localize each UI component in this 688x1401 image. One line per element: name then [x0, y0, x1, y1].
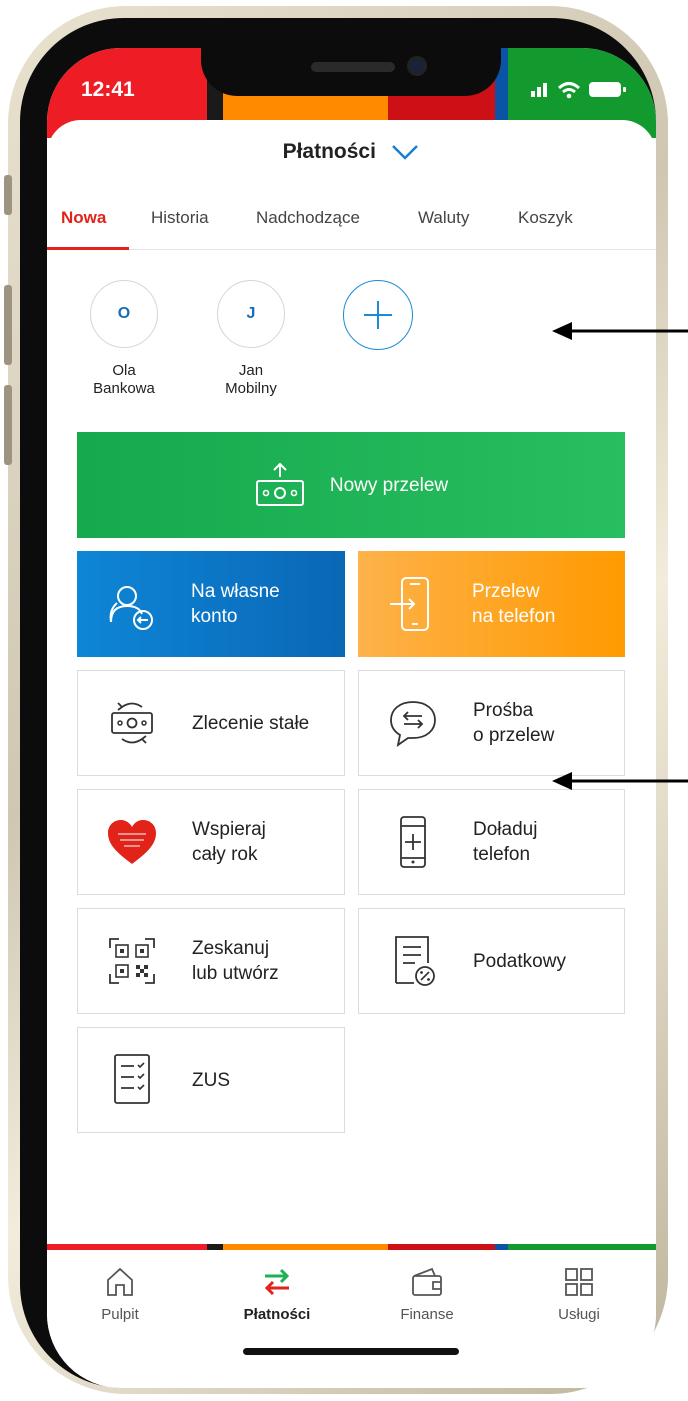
transfer-icon	[264, 1268, 290, 1296]
support-label: Wspieraj cały rok	[192, 819, 266, 865]
phone-transfer-button[interactable]: Przelew na telefon	[358, 551, 625, 657]
scan-label: Zeskanuj lub utwórz	[192, 938, 279, 984]
nav-uslugi[interactable]: Usługi	[519, 1264, 639, 1323]
status-icons	[531, 82, 626, 99]
phone-transfer-label: Przelew na telefon	[472, 581, 556, 627]
payments-card: Płatności Nowa Historia Nadchodzące Walu…	[47, 120, 656, 1388]
active-tab-indicator	[47, 247, 129, 250]
home-icon	[107, 1267, 133, 1296]
tax-label: Podatkowy	[473, 950, 566, 972]
tab-bar: Nowa Historia Nadchodzące Waluty Koszyk	[47, 202, 656, 250]
tab-koszyk[interactable]: Koszyk	[518, 208, 573, 228]
contact-ola-bankowa[interactable]: O Ola Bankowa	[69, 280, 179, 398]
page-title: Płatności	[282, 140, 376, 163]
tab-nowa[interactable]: Nowa	[61, 208, 106, 228]
mute-switch	[4, 175, 12, 215]
recurring-payment-icon	[111, 702, 153, 744]
tab-nadchodzace[interactable]: Nadchodzące	[256, 208, 360, 228]
transfer-request-button[interactable]: Prośba o przelew	[358, 670, 625, 776]
tab-waluty[interactable]: Waluty	[418, 208, 469, 228]
volume-down-button	[4, 385, 12, 465]
contact-jan-mobilny[interactable]: J Jan Mobilny	[196, 280, 306, 398]
zus-payment-button[interactable]: ZUS	[77, 1027, 345, 1133]
chevron-down-icon[interactable]	[390, 143, 420, 161]
phone-screen: 12:41 Płatności Nowa Historia Nadchodząc…	[47, 48, 656, 1388]
bottom-navigation: Pulpit Płatności Finanse Usługi	[47, 1250, 656, 1340]
user-account-icon	[109, 586, 153, 630]
phone-top-up-button[interactable]: Doładuj telefon	[358, 789, 625, 895]
tax-document-icon	[395, 936, 435, 986]
support-charity-button[interactable]: Wspieraj cały rok	[77, 789, 345, 895]
qr-code-icon	[109, 938, 155, 984]
grid-icon	[565, 1268, 593, 1296]
top-up-label: Doładuj telefon	[473, 819, 538, 865]
wallet-icon	[412, 1267, 442, 1296]
nav-pulpit[interactable]: Pulpit	[60, 1264, 180, 1323]
zus-label: ZUS	[192, 1069, 230, 1091]
home-indicator	[243, 1348, 459, 1355]
scan-qr-button[interactable]: Zeskanuj lub utwórz	[77, 908, 345, 1014]
own-account-label: Na własne konto	[191, 581, 280, 627]
transfer-request-label: Prośba o przelew	[473, 700, 555, 746]
tax-payment-button[interactable]: Podatkowy	[358, 908, 625, 1014]
standing-order-button[interactable]: Zlecenie stałe	[77, 670, 345, 776]
volume-up-button	[4, 285, 12, 365]
contact-name: Ola Bankowa	[93, 362, 155, 397]
own-account-button[interactable]: Na własne konto	[77, 551, 345, 657]
new-transfer-label: Nowy przelew	[329, 474, 449, 496]
avatar: O	[90, 280, 158, 348]
heart-logo-icon	[108, 820, 156, 864]
checklist-icon	[114, 1054, 150, 1104]
notch	[201, 48, 501, 96]
tab-historia[interactable]: Historia	[151, 208, 209, 228]
nav-platnosci[interactable]: Płatności	[217, 1264, 337, 1323]
header[interactable]: Płatności	[47, 140, 656, 180]
nav-finanse[interactable]: Finanse	[367, 1264, 487, 1323]
annotation-arrow-tiles	[552, 772, 688, 790]
plus-icon	[364, 301, 392, 329]
add-contact-button[interactable]	[343, 280, 413, 350]
standing-order-label: Zlecenie stałe	[192, 712, 310, 734]
phone-plus-icon	[400, 816, 426, 868]
money-upload-icon	[255, 462, 304, 506]
phone-transfer-icon	[390, 577, 429, 631]
contact-name: Jan Mobilny	[225, 362, 277, 397]
new-transfer-button[interactable]: Nowy przelew	[77, 432, 625, 538]
speech-bubble-exchange-icon	[390, 701, 436, 748]
status-time: 12:41	[81, 78, 135, 101]
annotation-arrow-contacts	[552, 322, 688, 340]
avatar: J	[217, 280, 285, 348]
